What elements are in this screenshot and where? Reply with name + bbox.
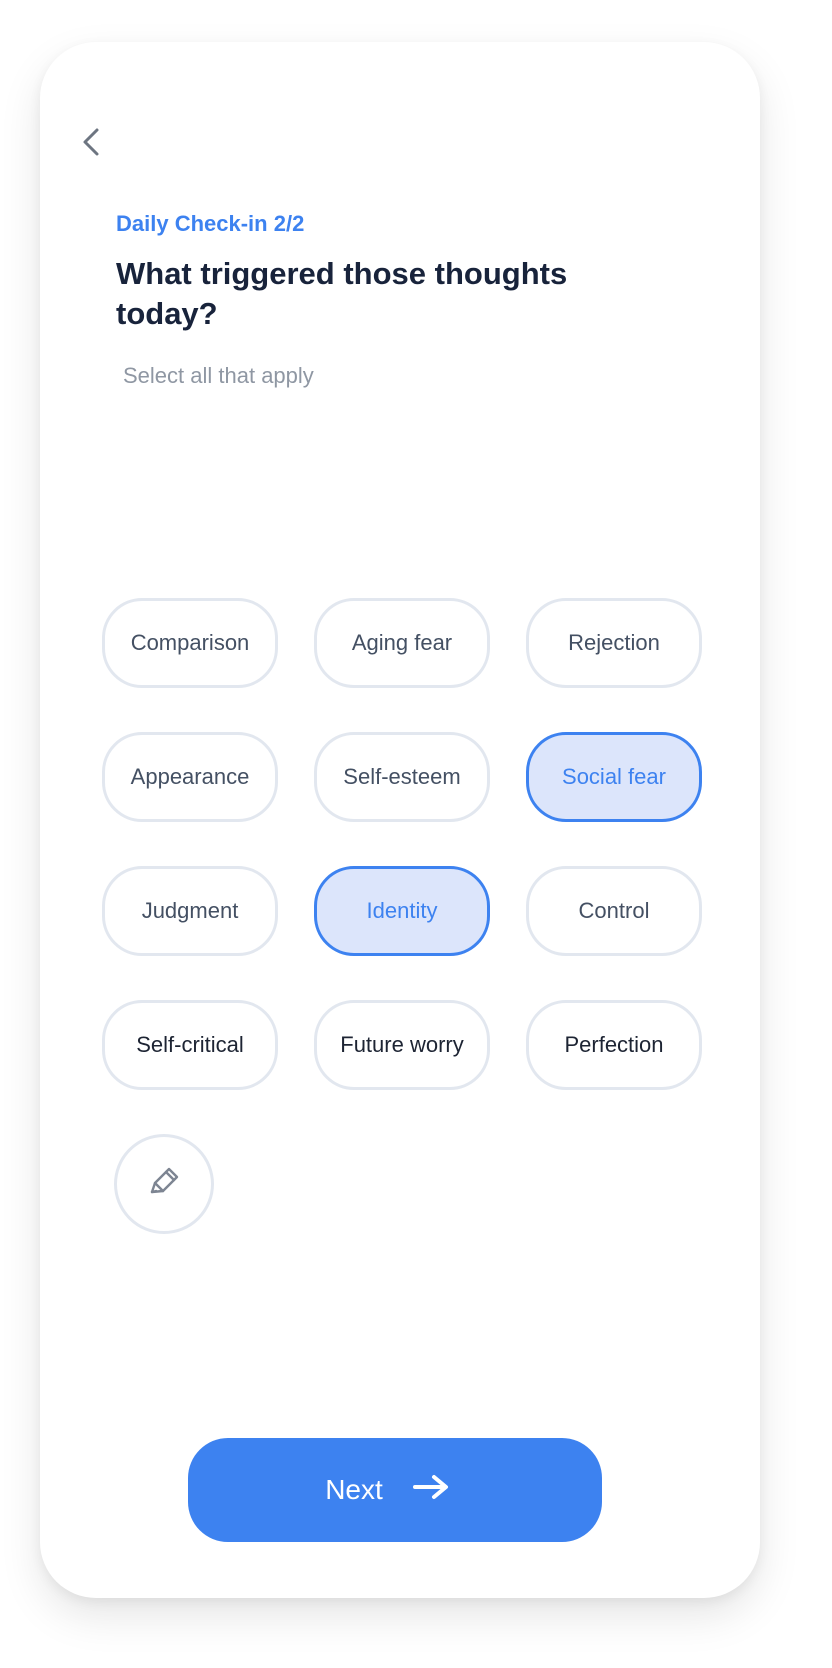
trigger-chip-rejection[interactable]: Rejection [526, 598, 702, 688]
chevron-left-icon [79, 126, 101, 163]
phone-card: Daily Check-in 2/2 What triggered those … [40, 42, 760, 1598]
trigger-options-grid: Comparison Aging fear Rejection Appearan… [102, 598, 702, 1090]
trigger-chip-appearance[interactable]: Appearance [102, 732, 278, 822]
trigger-chip-control[interactable]: Control [526, 866, 702, 956]
trigger-chip-self-critical[interactable]: Self-critical [102, 1000, 278, 1090]
next-button-label: Next [325, 1474, 383, 1505]
page-subtitle: Select all that apply [123, 363, 314, 388]
trigger-chip-comparison[interactable]: Comparison [102, 598, 278, 688]
pencil-icon [144, 1162, 184, 1207]
trigger-chip-social-fear[interactable]: Social fear [526, 732, 702, 822]
trigger-chip-identity[interactable]: Identity [314, 866, 490, 956]
back-button[interactable] [70, 124, 110, 164]
page-title: What triggered those thoughts today? [116, 256, 568, 331]
trigger-chip-aging-fear[interactable]: Aging fear [314, 598, 490, 688]
add-custom-trigger-button[interactable] [114, 1134, 214, 1234]
next-button[interactable]: Next [188, 1438, 602, 1542]
trigger-chip-perfection[interactable]: Perfection [526, 1000, 702, 1090]
arrow-right-icon [411, 1471, 453, 1510]
trigger-chip-future-worry[interactable]: Future worry [314, 1000, 490, 1090]
trigger-chip-judgment[interactable]: Judgment [102, 866, 278, 956]
trigger-chip-self-esteem[interactable]: Self-esteem [314, 732, 490, 822]
checkin-step-label: Daily Check-in 2/2 [116, 211, 305, 236]
